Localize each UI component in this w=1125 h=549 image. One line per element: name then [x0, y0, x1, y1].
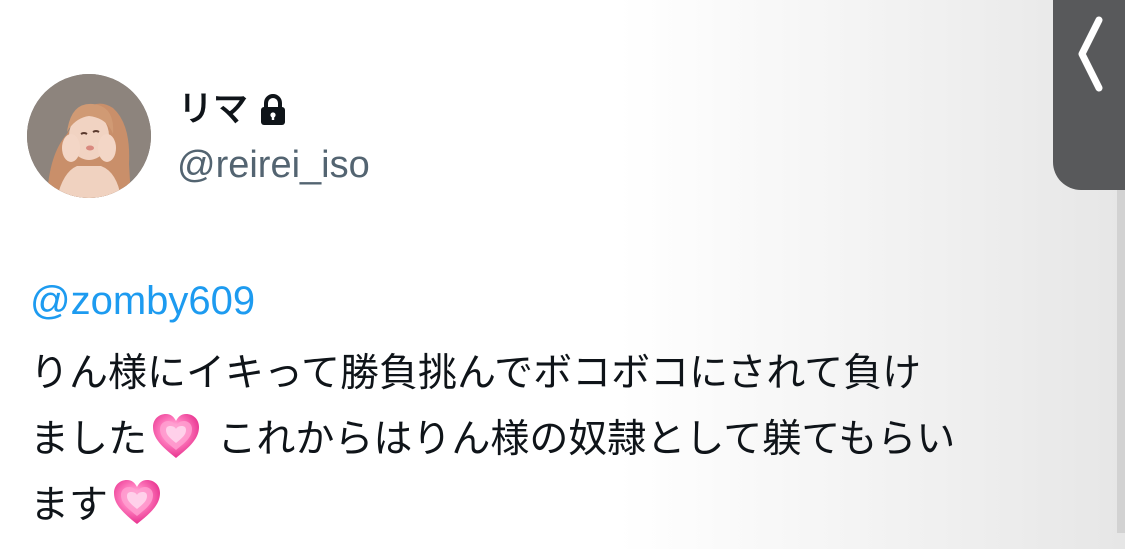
tweet-text-segment: ます [30, 483, 109, 528]
author-handle[interactable]: @reirei_iso [177, 143, 370, 187]
display-name-text: リマ [178, 90, 249, 130]
avatar[interactable] [27, 74, 151, 198]
author-display-name[interactable]: リマ [178, 90, 288, 130]
lock-icon [258, 93, 288, 127]
growing-heart-emoji-icon [151, 412, 201, 462]
tweet-text-line: りん様にイキって勝負挑んでボコボコにされて負け [30, 351, 922, 396]
tweet-text-line: ます [30, 473, 1100, 539]
tweet-text-line: ました これからはりん様の奴隷として躾てもらい [30, 407, 1100, 473]
growing-heart-emoji-icon [112, 478, 162, 528]
side-panel-edge [1117, 190, 1125, 533]
tweet-text-segment: これからはりん様の奴隷として躾てもらい [205, 417, 956, 462]
reply-mention-link[interactable]: @zomby609 [30, 278, 255, 324]
chevron-left-icon[interactable] [1075, 16, 1105, 92]
tweet-text: りん様にイキって勝負挑んでボコボコにされて負け ました これからはりん様の奴隷と… [30, 341, 1100, 539]
tweet-text-segment: ました [30, 417, 148, 462]
